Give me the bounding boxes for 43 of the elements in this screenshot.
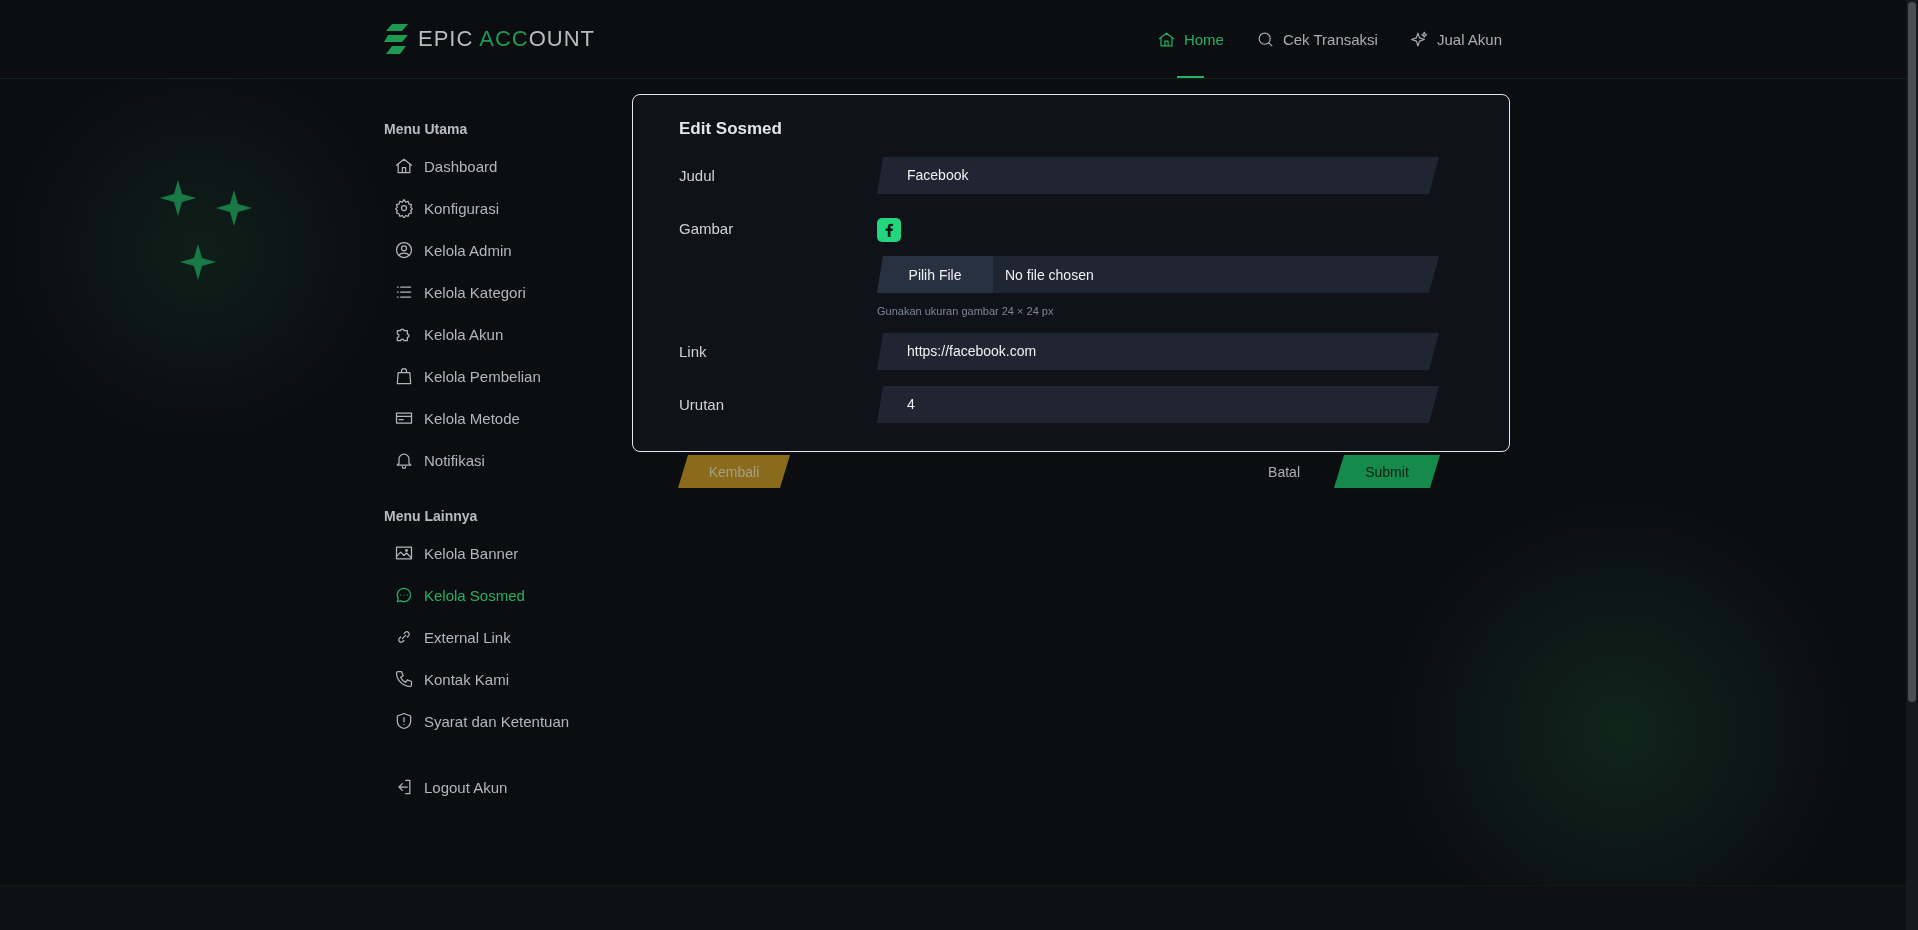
section-title: Menu Utama	[384, 121, 469, 137]
card-title: Edit Sosmed	[679, 119, 783, 139]
field-label: Link	[679, 342, 708, 362]
field-label: Gambar	[679, 219, 735, 239]
nav-link[interactable]: Home	[1156, 0, 1224, 78]
file-input[interactable]: Pilih File No file chosen	[877, 256, 1439, 293]
sidebar-item[interactable]: Kelola Kategori	[384, 271, 632, 313]
home-icon	[1156, 29, 1176, 49]
phone-icon	[394, 669, 414, 689]
sidebar-item[interactable]: Kelola Metode	[384, 397, 632, 439]
logo-icon	[384, 24, 410, 54]
sidebar-item[interactable]: External Link	[384, 616, 632, 658]
input-field[interactable]: https://facebook.com	[877, 333, 1439, 370]
sidebar-item[interactable]: Kelola Banner	[384, 532, 632, 574]
scrollbar[interactable]	[1906, 0, 1918, 930]
sidebar-item[interactable]: Kelola Pembelian	[384, 355, 632, 397]
hint-text: Gunakan ukuran gambar 24 × 24 px	[877, 305, 1054, 317]
gear-icon	[394, 198, 414, 218]
field-label: Urutan	[679, 395, 726, 415]
submit-button[interactable]: Submit	[1334, 455, 1440, 488]
logo-text: EPIC ACCOUNT	[418, 26, 596, 52]
nav-link[interactable]: Jual Akun	[1409, 0, 1502, 78]
nav-link[interactable]: Cek Transaksi	[1255, 0, 1378, 78]
input-field[interactable]: 4	[877, 386, 1439, 423]
sidebar-item[interactable]: Kelola Admin	[384, 229, 632, 271]
chat-icon	[394, 585, 414, 605]
sidebar-item[interactable]: Kelola Akun	[384, 313, 632, 355]
sidebar-item[interactable]: Dashboard	[384, 145, 632, 187]
field-label: Judul	[679, 166, 716, 186]
input-field[interactable]: Facebook	[877, 157, 1439, 194]
section-title: Menu Lainnya	[384, 508, 479, 524]
sidebar-item[interactable]: Syarat dan Ketentuan	[384, 700, 632, 742]
sparkles-icon	[1409, 29, 1429, 49]
sidebar-item[interactable]: Kontak Kami	[384, 658, 632, 700]
home-icon	[394, 156, 414, 176]
facebook-icon	[877, 218, 901, 242]
cancel-button[interactable]: Batal	[1262, 455, 1306, 488]
bag-icon	[394, 366, 414, 386]
sidebar-item[interactable]: Notifikasi	[384, 439, 632, 481]
logout-link[interactable]: Logout Akun	[384, 766, 632, 808]
sidebar-item[interactable]: Konfigurasi	[384, 187, 632, 229]
sidebar-item[interactable]: Kelola Sosmed	[384, 574, 632, 616]
shield-icon	[394, 711, 414, 731]
